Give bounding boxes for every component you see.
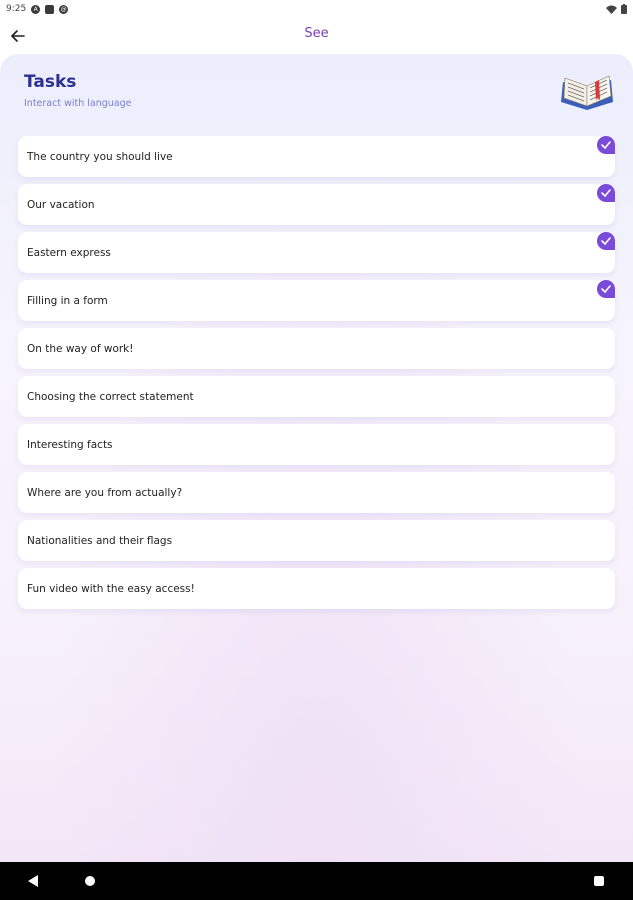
task-item[interactable]: Choosing the correct statement	[18, 376, 615, 417]
status-left: 9:25 A @	[6, 4, 69, 14]
checkmark-icon	[597, 232, 615, 250]
nav-home-icon[interactable]	[85, 876, 95, 886]
wifi-icon	[606, 5, 617, 14]
tasks-title: Tasks	[24, 72, 77, 92]
system-nav-bar	[0, 862, 633, 900]
content-card: Tasks Interact with language The country…	[0, 54, 633, 862]
task-label: Eastern express	[27, 246, 111, 259]
task-label: The country you should live	[27, 150, 173, 163]
checkmark-icon	[597, 280, 615, 298]
status-right	[606, 4, 627, 14]
status-bar: 9:25 A @	[0, 0, 633, 18]
task-item[interactable]: Where are you from actually?	[18, 472, 615, 513]
task-list: The country you should live Our vacation…	[18, 136, 615, 616]
battery-icon	[621, 4, 627, 14]
task-label: Nationalities and their flags	[27, 534, 173, 547]
checkmark-icon	[597, 184, 615, 202]
task-label: Our vacation	[27, 198, 95, 211]
open-book-icon	[561, 75, 613, 110]
page-title: See	[304, 26, 329, 41]
status-time: 9:25	[6, 4, 27, 14]
top-app-bar: See	[0, 18, 633, 52]
checkmark-icon	[597, 136, 615, 154]
task-label: Fun video with the easy access!	[27, 582, 195, 595]
task-label: On the way of work!	[27, 342, 134, 355]
task-item[interactable]: Filling in a form	[18, 280, 615, 321]
task-label: Interesting facts	[27, 438, 113, 451]
nav-recents-icon[interactable]	[594, 876, 604, 886]
tasks-subtitle: Interact with language	[24, 98, 132, 109]
task-item[interactable]: Nationalities and their flags	[18, 520, 615, 561]
notification-icon: A	[31, 4, 41, 14]
task-item[interactable]: Fun video with the easy access!	[18, 568, 615, 609]
task-item[interactable]: Our vacation	[18, 184, 615, 225]
task-item[interactable]: Interesting facts	[18, 424, 615, 465]
task-label: Filling in a form	[27, 294, 108, 307]
sim-icon	[45, 4, 55, 14]
task-item[interactable]: Eastern express	[18, 232, 615, 273]
task-label: Choosing the correct statement	[27, 390, 194, 403]
nav-back-icon[interactable]	[28, 875, 38, 887]
task-item[interactable]: The country you should live	[18, 136, 615, 177]
task-item[interactable]: On the way of work!	[18, 328, 615, 369]
sync-icon: @	[59, 4, 69, 14]
task-label: Where are you from actually?	[27, 486, 183, 499]
